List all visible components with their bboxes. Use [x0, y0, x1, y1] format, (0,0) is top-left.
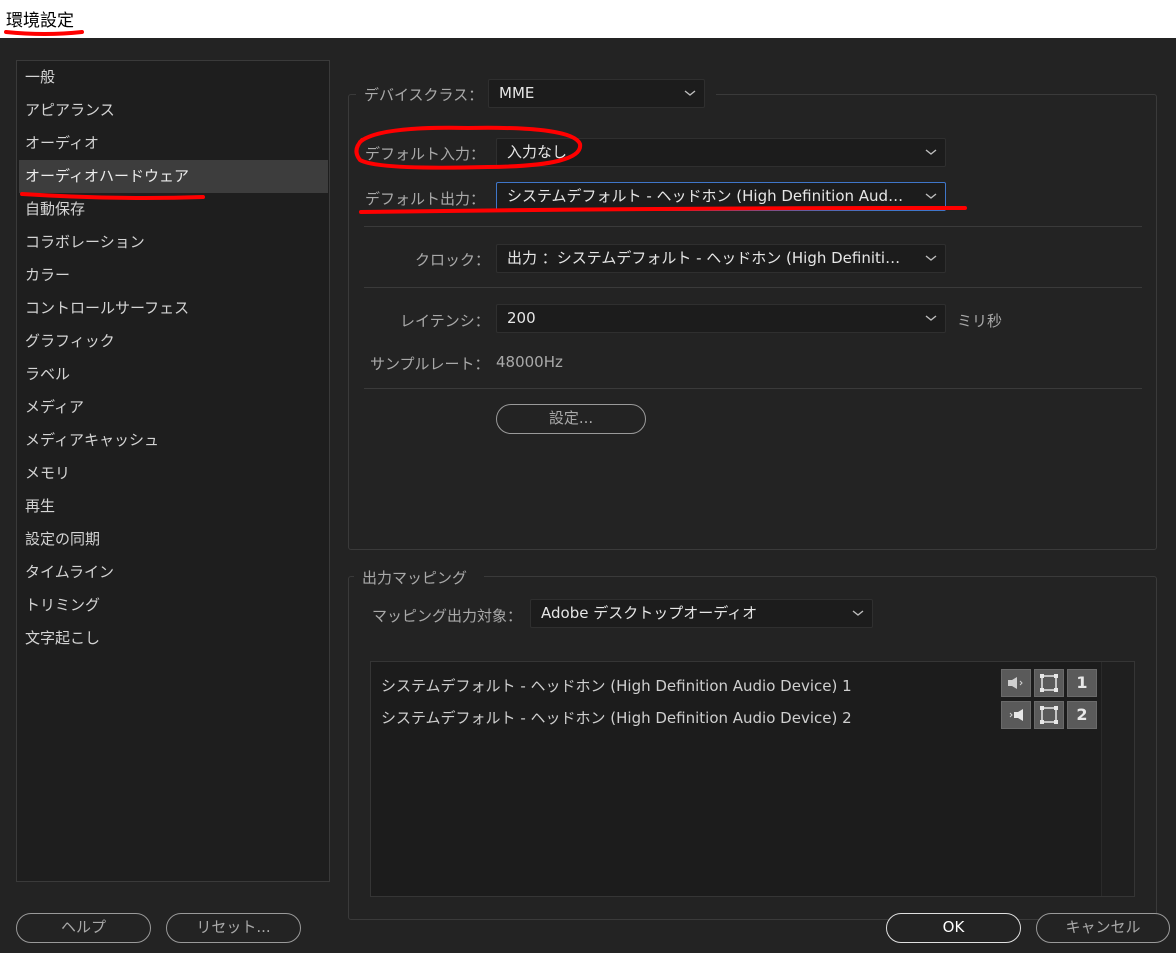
window-title: 環境設定 [6, 11, 74, 31]
sidebar-item-playback[interactable]: 再生 [19, 490, 328, 523]
reset-button[interactable]: リセット... [166, 913, 301, 943]
sidebar-item-labels[interactable]: ラベル [19, 358, 328, 391]
sidebar-item-auto-save[interactable]: 自動保存 [19, 193, 328, 226]
sidebar-item-sync-settings[interactable]: 設定の同期 [19, 523, 328, 556]
chevron-down-icon [852, 610, 864, 616]
clock-label: クロック： [415, 251, 491, 269]
divider [364, 226, 1142, 227]
channel-number-2[interactable]: 2 [1067, 701, 1097, 729]
chevron-down-icon [684, 90, 696, 96]
channel-number-1[interactable]: 1 [1067, 669, 1097, 697]
output-mapping-legend: 出力マッピング [354, 566, 484, 588]
sidebar-item-collaboration[interactable]: コラボレーション [19, 226, 328, 259]
help-button[interactable]: ヘルプ [16, 913, 151, 943]
sidebar-item-audio-hardware[interactable]: オーディオハードウェア [19, 160, 328, 193]
output-mapping-title: 出力マッピング [362, 569, 468, 587]
default-output-label: デフォルト出力： [365, 190, 486, 208]
chevron-down-icon [925, 149, 937, 155]
sample-rate-value: 48000Hz [496, 353, 563, 371]
sidebar-item-trimming[interactable]: トリミング [19, 589, 328, 622]
list-scrollbar[interactable] [1101, 662, 1134, 896]
latency-value: 200 [507, 309, 536, 327]
chevron-down-icon [925, 315, 937, 321]
ok-button[interactable]: OK [886, 913, 1021, 943]
default-input-select[interactable]: 入力なし [496, 138, 946, 167]
sidebar-item-timeline[interactable]: タイムライン [19, 556, 328, 589]
mapping-row-2[interactable]: システムデフォルト - ヘッドホン (High Definition Audio… [381, 707, 852, 728]
cancel-button[interactable]: キャンセル [1036, 913, 1170, 943]
mapping-target-select[interactable]: Adobe デスクトップオーディオ [530, 599, 873, 628]
title-bar: 環境設定 [0, 0, 1176, 38]
latency-unit: ミリ秒 [957, 312, 1003, 330]
chevron-down-icon [925, 255, 937, 261]
sidebar-item-control-surface[interactable]: コントロールサーフェス [19, 292, 328, 325]
sidebar-item-general[interactable]: 一般 [19, 61, 328, 94]
device-class-select[interactable]: MME [488, 79, 705, 108]
channel-map-icon[interactable] [1034, 669, 1064, 697]
sidebar-item-appearance[interactable]: アピアランス [19, 94, 328, 127]
clock-value: 出力 ：システムデフォルト - ヘッドホン (High Definition A… [507, 249, 907, 267]
mapping-target-label: マッピング出力対象： [372, 607, 523, 625]
sidebar-item-transcription[interactable]: 文字起こし [19, 622, 328, 655]
clock-select[interactable]: 出力 ：システムデフォルト - ヘッドホン (High Definition A… [496, 244, 946, 273]
mapping-row-1[interactable]: システムデフォルト - ヘッドホン (High Definition Audio… [381, 675, 852, 696]
chevron-down-icon [925, 193, 937, 199]
device-class-label: デバイスクラス： [364, 86, 484, 104]
default-output-value: システムデフォルト - ヘッドホン (High Definition Audio… [507, 187, 907, 205]
sidebar-item-media-cache[interactable]: メディアキャッシュ [19, 424, 328, 457]
default-input-value: 入力なし [507, 143, 568, 161]
device-class-value: MME [499, 84, 535, 102]
latency-label: レイテンシ： [400, 312, 490, 330]
preferences-sidebar: 一般 アピアランス オーディオ オーディオハードウェア 自動保存 コラボレーショ… [16, 60, 330, 882]
settings-button[interactable]: 設定... [496, 404, 646, 434]
sample-rate-label: サンプルレート： [370, 355, 490, 373]
speaker-right-icon[interactable] [1001, 701, 1031, 729]
divider [364, 287, 1142, 288]
default-output-select[interactable]: システムデフォルト - ヘッドホン (High Definition Audio… [496, 182, 946, 211]
mapping-target-value: Adobe デスクトップオーディオ [541, 604, 758, 622]
speaker-left-icon[interactable] [1001, 669, 1031, 697]
default-input-label: デフォルト入力： [365, 145, 486, 163]
sidebar-item-graphics[interactable]: グラフィック [19, 325, 328, 358]
sidebar-item-media[interactable]: メディア [19, 391, 328, 424]
sidebar-item-memory[interactable]: メモリ [19, 457, 328, 490]
divider [364, 388, 1142, 389]
latency-select[interactable]: 200 [496, 304, 946, 333]
sidebar-item-audio[interactable]: オーディオ [19, 127, 328, 160]
sidebar-item-color[interactable]: カラー [19, 259, 328, 292]
channel-map-icon[interactable] [1034, 701, 1064, 729]
